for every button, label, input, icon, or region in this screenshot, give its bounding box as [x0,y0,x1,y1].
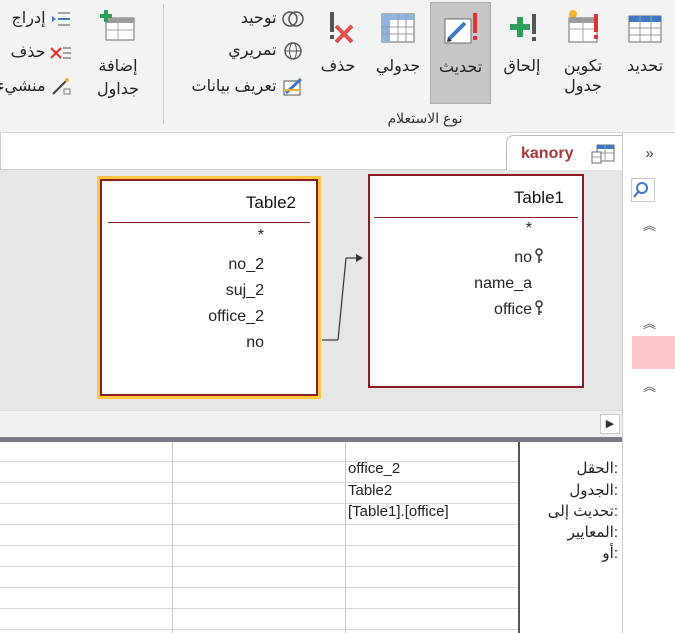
data-definition-label: تعريف بيانات [191,78,277,95]
append-query-button[interactable]: إلحاق [492,2,552,104]
update-query-label: تحديث [438,59,483,76]
table2-field-office_2[interactable]: office_2 [208,308,264,326]
grid-row-line [0,482,518,483]
table1-field-star[interactable]: * [526,220,532,238]
delete-rows-button[interactable]: حذف [0,42,72,68]
relationship-line [322,254,363,341]
collapse-section-icon[interactable]: ︽ [623,376,675,395]
table1-title: Table1 [513,188,564,207]
grid-row-line [0,587,518,588]
table2-field-star[interactable]: * [258,227,264,245]
table2-field-list[interactable]: Table2 * no_2 suj_2 office_2 no [100,179,318,396]
canvas-horizontal-scrollbar[interactable]: ▶ [0,410,622,437]
pass-through-label: تمريري [228,42,277,59]
search-icon [633,182,648,198]
grid-cell-update-to[interactable]: [Table1].[office] [348,503,449,520]
builder-label: منشيء [0,78,46,95]
highlighted-section[interactable] [632,336,675,369]
row-label-update-to: تحديث إلى: [547,503,618,520]
row-label-or: أو: [602,545,618,562]
ribbon-separator [163,4,164,124]
table2-title: Table2 [245,193,296,212]
table1-field-list[interactable]: Table1 * no name_a office [368,174,584,388]
builder-button[interactable]: منشيء [0,76,72,102]
builder-wand-icon [52,77,71,95]
table2-title-divider [108,222,310,223]
crosstab-icon [381,13,415,43]
query-type-group-label: نوع الاستعلام [387,110,463,126]
grid-row-labels: الحقل: الجدول: تحديث إلى: المعايير: أو: [520,442,618,633]
collapse-section-icon[interactable]: ︽ [623,215,675,234]
primary-key-icon [535,248,543,263]
query-design-canvas[interactable]: Table2 * no_2 suj_2 office_2 no Table1 *… [0,170,622,410]
grid-cell-table[interactable]: Table2 [348,482,392,499]
data-definition-button[interactable]: تعريف بيانات [180,76,305,102]
primary-key-icon [535,300,543,315]
data-definition-icon [283,77,303,96]
query-design-grid: office_2 Table2 [Table1].[office] الحقل:… [0,442,622,633]
grid-row-line [0,524,518,525]
delete-query-icon [330,12,354,44]
grid-row-line [0,608,518,609]
show-table-label-2: جداول [96,81,140,98]
make-table-button[interactable]: تكوين جدول [553,2,613,104]
row-label-field: الحقل: [576,460,618,477]
collapse-section-icon[interactable]: ︽ [623,313,675,332]
select-query-button[interactable]: تحديد [615,2,675,104]
union-label: توحيد [240,10,277,27]
document-tab-bar: kanory [0,133,623,170]
select-query-label: تحديد [626,58,664,75]
crosstab-query-label: جدولي [375,58,421,75]
insert-rows-icon [52,12,70,26]
union-icon [282,11,304,27]
scroll-right-arrow-icon[interactable]: ▶ [600,414,620,434]
pass-through-button[interactable]: تمريري [180,40,305,66]
delete-query-label: حذف [320,58,356,75]
grid-row-line [0,566,518,567]
row-label-table: الجدول: [569,482,618,499]
grid-row-line [0,545,518,546]
table2-field-no[interactable]: no [246,334,264,352]
insert-rows-button[interactable]: إدراج [0,8,72,34]
select-query-icon [628,15,662,43]
property-sheet-pane: » ︽ ︽ ︽ [622,133,675,633]
document-tab-title: kanory [521,145,574,162]
grid-row-line [0,629,518,630]
crosstab-query-button[interactable]: جدولي [368,2,428,104]
table1-field-office[interactable]: office [494,301,532,319]
grid-row-line [0,461,518,462]
query-tab-icon [591,144,615,164]
table1-field-name_a[interactable]: name_a [474,275,532,293]
insert-label: إدراج [11,10,46,27]
show-table-label-1: إضافة [98,58,138,75]
delete-rows-icon [50,47,71,59]
show-table-icon [100,10,135,41]
update-query-button[interactable]: تحديث [430,2,491,104]
table1-field-no[interactable]: no [514,249,532,267]
table2-field-suj_2[interactable]: suj_2 [226,282,264,300]
make-table-icon [568,10,598,43]
make-table-label-1: تكوين [563,58,603,75]
grid-column-divider [172,442,173,633]
ribbon: تحديد تكوين جدول إلحاق تحديث جدولي حذف ت… [0,0,675,133]
update-query-icon [444,13,477,44]
make-table-label-2: جدول [564,78,602,95]
table1-title-divider [374,217,578,218]
expand-pane-icon[interactable]: » [623,145,675,162]
row-label-criteria: المعايير: [567,524,618,541]
search-button[interactable] [631,178,655,202]
table2-field-no_2[interactable]: no_2 [228,256,264,274]
delete-label: حذف [10,44,46,61]
document-tab-kanory[interactable]: kanory [506,135,623,170]
delete-query-button[interactable]: حذف [310,2,366,104]
grid-column-divider [345,442,346,633]
append-query-label: إلحاق [503,58,541,75]
globe-icon [284,42,302,60]
union-query-button[interactable]: توحيد [180,8,305,34]
show-table-button[interactable]: إضافة جداول [88,2,148,104]
append-query-icon [510,14,536,41]
grid-cell-field[interactable]: office_2 [348,460,400,477]
